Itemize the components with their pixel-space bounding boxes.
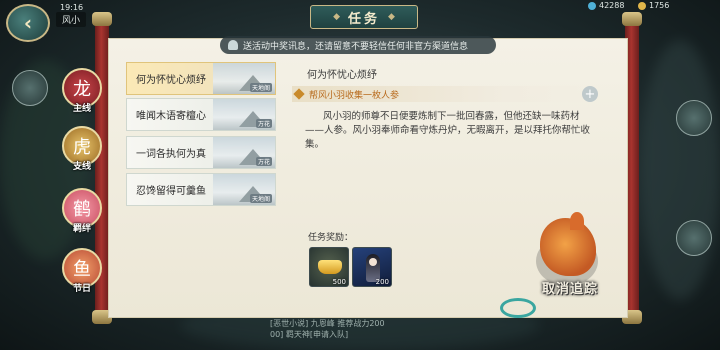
- skill-icon[interactable]: [676, 220, 712, 256]
- quest-name: 何为怀忧心烦纾: [136, 75, 206, 86]
- character-face: [369, 258, 377, 266]
- nav-main-quest[interactable]: 龙 主线: [60, 66, 104, 114]
- nav-label: 羁绊: [72, 224, 91, 234]
- notice-bar: 送活动中奖讯息，还请留意不要轻信任何非官方渠道信息: [220, 36, 496, 54]
- chat-line: [恶世小说] 九恩峰 推荐战力200: [270, 319, 385, 328]
- coin-icon: [638, 1, 646, 10]
- quest-tag: 万花: [255, 119, 272, 128]
- resource-1: 42288: [588, 1, 624, 10]
- nav-side-quest[interactable]: 虎 支线: [60, 124, 104, 172]
- quest-detail-title: 何为怀忧心烦纾: [307, 70, 377, 81]
- page-title: 任务: [347, 11, 380, 27]
- quest-name: 唯闻木语寄檀心: [136, 111, 206, 122]
- quest-tag: 天地阁: [249, 194, 272, 203]
- chat-strip[interactable]: [恶世小说] 九恩峰 推荐战力200 00] 羁天神[申请入队]: [270, 318, 460, 340]
- reward-item-character[interactable]: 200: [352, 247, 392, 287]
- quest-item[interactable]: 万花 一词各执何为真: [126, 136, 276, 169]
- resource-2-value: 1756: [649, 1, 670, 10]
- title-banner: ◆ 任务 ◆: [310, 5, 418, 29]
- reward-qty: 500: [332, 278, 346, 286]
- quest-item[interactable]: 万花 唯闻木语寄檀心: [126, 98, 276, 131]
- jade-icon: [588, 1, 596, 10]
- quest-item[interactable]: 天地阁 何为怀忧心烦纾: [126, 62, 276, 95]
- resource-1-value: 42288: [599, 1, 625, 10]
- cancel-tracking-button[interactable]: 取消追踪: [532, 212, 608, 298]
- left-hud-icon[interactable]: [12, 70, 48, 106]
- ornament-icon: ◆: [388, 12, 395, 22]
- back-arrow-icon: ‹: [23, 11, 33, 35]
- reward-item-gold[interactable]: 500: [309, 247, 349, 287]
- notice-text: 送活动中奖讯息，还请留意不要轻信任何非官方渠道信息: [243, 41, 469, 52]
- quest-item[interactable]: 天地阁 忍馋留得可羹鱼: [126, 173, 276, 206]
- quest-description: 风小羽的师尊不日便要炼制下一批回春露，但他还缺一味药材——人参。风小羽奉师命看守…: [305, 111, 591, 150]
- nav-label: 节日: [72, 284, 91, 294]
- quest-step-text: 帮风小羽收集一枚人参: [309, 90, 400, 101]
- diamond-icon: [293, 88, 305, 100]
- ornament-icon: ◆: [333, 12, 340, 22]
- reward-label: 任务奖励：: [308, 233, 354, 243]
- reward-qty: 200: [375, 278, 389, 286]
- chat-line: 00] 羁天神[申请入队]: [270, 330, 349, 339]
- expand-plus-icon[interactable]: +: [582, 86, 598, 102]
- nav-label: 支线: [72, 162, 91, 172]
- nav-bond-quest[interactable]: 鹤 羁绊: [60, 186, 104, 234]
- horse-emblem-icon: [540, 212, 596, 276]
- quest-step: 帮风小羽收集一枚人参 +: [292, 86, 598, 102]
- bell-icon: [228, 40, 238, 50]
- gold-ingot-icon: [318, 260, 342, 274]
- quest-tag: 天地阁: [249, 83, 272, 92]
- nav-label: 主线: [72, 104, 91, 114]
- quest-name: 一词各执何为真: [136, 149, 206, 160]
- nav-festival-quest[interactable]: 鱼 节日: [60, 246, 104, 294]
- side-menu-icon[interactable]: [676, 100, 712, 136]
- back-button[interactable]: ‹: [6, 4, 50, 42]
- quest-tag: 万花: [255, 157, 272, 166]
- resource-2: 1756: [638, 1, 669, 10]
- cancel-tracking-label: 取消追踪: [541, 282, 598, 297]
- knot-ornament-icon: [500, 298, 536, 318]
- quest-name: 忍馋留得可羹鱼: [136, 186, 206, 197]
- clock-time: 19:16: [60, 2, 84, 12]
- player-name: 风小: [56, 12, 87, 27]
